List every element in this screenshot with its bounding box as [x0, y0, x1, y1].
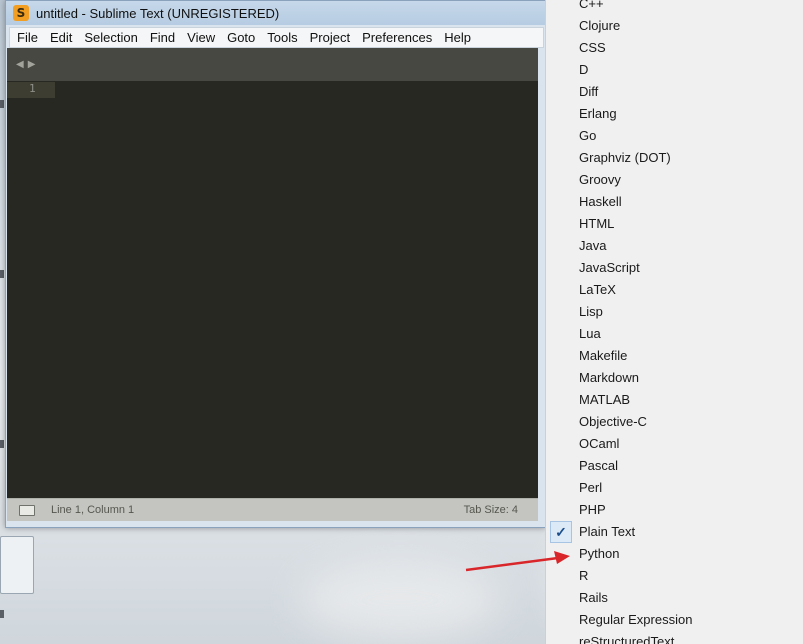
syntax-menu-item[interactable]: Pascal [546, 455, 803, 477]
tab-bar: ◀ ▶ [7, 48, 538, 81]
syntax-menu-item-label: Lua [579, 326, 601, 341]
syntax-menu-item[interactable]: Lisp [546, 301, 803, 323]
syntax-menu-item-label: Objective-C [579, 414, 647, 429]
syntax-menu: C++ Clojure CSS D Diff Erlang Go Graphviz (DOT)… [545, 0, 803, 644]
desktop-edge-icon [0, 440, 4, 448]
syntax-menu-item-label: Java [579, 238, 607, 253]
tab-left-arrow-icon[interactable]: ◀ [16, 59, 24, 70]
syntax-menu-item[interactable]: Lua [546, 323, 803, 345]
syntax-menu-item[interactable]: HTML [546, 213, 803, 235]
syntax-menu-item-label: D [579, 62, 589, 77]
syntax-menu-item-label: Go [579, 128, 597, 143]
syntax-menu-item[interactable]: Haskell [546, 191, 803, 213]
syntax-menu-item[interactable]: MATLAB [546, 389, 803, 411]
syntax-menu-item-label: Groovy [579, 172, 621, 187]
syntax-menu-item[interactable]: R [546, 565, 803, 587]
syntax-menu-item[interactable]: CSS [546, 37, 803, 59]
tab-size-indicator[interactable]: Tab Size: 4 [464, 504, 518, 516]
menu-project[interactable]: Project [304, 30, 356, 45]
syntax-menu-item-label: C++ [579, 0, 604, 11]
code-editor[interactable]: 1 [7, 81, 538, 498]
syntax-menu-item-label: Rails [579, 590, 608, 605]
syntax-menu-item-label: OCaml [579, 436, 620, 451]
syntax-menu-item[interactable]: Go [546, 125, 803, 147]
syntax-menu-item-label: Diff [579, 84, 599, 99]
syntax-menu-item[interactable]: Clojure [546, 15, 803, 37]
syntax-menu-item-label: Graphviz (DOT) [579, 150, 671, 165]
syntax-menu-item-label: Pascal [579, 458, 619, 473]
menu-view[interactable]: View [181, 30, 221, 45]
menu-bar: File Edit Selection Find View Goto Tools… [9, 27, 544, 48]
syntax-menu-item-label: JavaScript [579, 260, 640, 275]
menu-help[interactable]: Help [438, 30, 477, 45]
checkmark-icon: ✓ [550, 521, 572, 543]
cursor-position: Line 1, Column 1 [51, 504, 135, 516]
syntax-menu-item-label: Clojure [579, 18, 621, 33]
tab-right-arrow-icon[interactable]: ▶ [28, 59, 36, 70]
syntax-menu-item-label: MATLAB [579, 392, 631, 407]
syntax-menu-item[interactable]: Groovy [546, 169, 803, 191]
syntax-menu-item-label: Erlang [579, 106, 617, 121]
syntax-menu-item-label: R [579, 568, 589, 583]
red-arrow-annotation [465, 551, 570, 572]
syntax-menu-item[interactable]: OCaml [546, 433, 803, 455]
syntax-menu-item-label: HTML [579, 216, 615, 231]
syntax-menu-item[interactable]: Objective-C [546, 411, 803, 433]
title-bar[interactable]: S untitled - Sublime Text (UNREGISTERED) [6, 1, 545, 25]
window-title: untitled - Sublime Text (UNREGISTERED) [36, 5, 280, 21]
menu-goto[interactable]: Goto [221, 30, 261, 45]
syntax-menu-item-label: Plain Text [579, 524, 636, 539]
syntax-menu-item-label: PHP [579, 502, 606, 517]
menu-preferences[interactable]: Preferences [356, 30, 438, 45]
syntax-menu-item[interactable]: Java [546, 235, 803, 257]
syntax-menu-item[interactable]: ✓ Plain Text [546, 521, 803, 543]
line-gutter: 1 [7, 81, 55, 498]
menu-selection[interactable]: Selection [78, 30, 143, 45]
panel-toggle-icon[interactable] [19, 504, 35, 516]
menu-edit[interactable]: Edit [44, 30, 78, 45]
menu-file[interactable]: File [10, 30, 44, 45]
sublime-app-icon: S [13, 5, 29, 21]
syntax-menu-item[interactable]: Graphviz (DOT) [546, 147, 803, 169]
syntax-menu-item-label: Haskell [579, 194, 622, 209]
menu-find[interactable]: Find [144, 30, 181, 45]
syntax-menu-item[interactable]: Python [546, 543, 803, 565]
syntax-menu-item[interactable]: Makefile [546, 345, 803, 367]
syntax-menu-item[interactable]: reStructuredText [546, 631, 803, 644]
syntax-menu-item[interactable]: Markdown [546, 367, 803, 389]
status-bar: Line 1, Column 1 Tab Size: 4 [7, 498, 538, 521]
syntax-menu-item-label: Lisp [579, 304, 603, 319]
syntax-menu-item[interactable]: Regular Expression [546, 609, 803, 631]
syntax-menu-item-label: Makefile [579, 348, 628, 363]
syntax-menu-item[interactable]: C++ [546, 0, 803, 15]
syntax-menu-item[interactable]: PHP [546, 499, 803, 521]
line-number: 1 [29, 82, 36, 95]
desktop-edge-icon [0, 100, 4, 108]
syntax-menu-item[interactable]: Diff [546, 81, 803, 103]
syntax-menu-item[interactable]: JavaScript [546, 257, 803, 279]
menu-tools[interactable]: Tools [261, 30, 303, 45]
syntax-menu-item-label: Python [579, 546, 620, 561]
desktop-edge-icon [0, 610, 4, 618]
syntax-menu-item-label: Markdown [579, 370, 639, 385]
syntax-menu-item-label: reStructuredText [579, 634, 675, 644]
syntax-menu-item-label: Regular Expression [579, 612, 693, 627]
syntax-menu-item[interactable]: Perl [546, 477, 803, 499]
desktop-edge-icon [0, 270, 4, 278]
syntax-menu-item-label: Perl [579, 480, 603, 495]
syntax-menu-item[interactable]: LaTeX [546, 279, 803, 301]
syntax-menu-item-label: LaTeX [579, 282, 616, 297]
desktop-thumbnail[interactable] [0, 536, 34, 594]
syntax-menu-item[interactable]: Rails [546, 587, 803, 609]
syntax-menu-item[interactable]: Erlang [546, 103, 803, 125]
syntax-menu-item[interactable]: D [546, 59, 803, 81]
syntax-menu-item-label: CSS [579, 40, 606, 55]
